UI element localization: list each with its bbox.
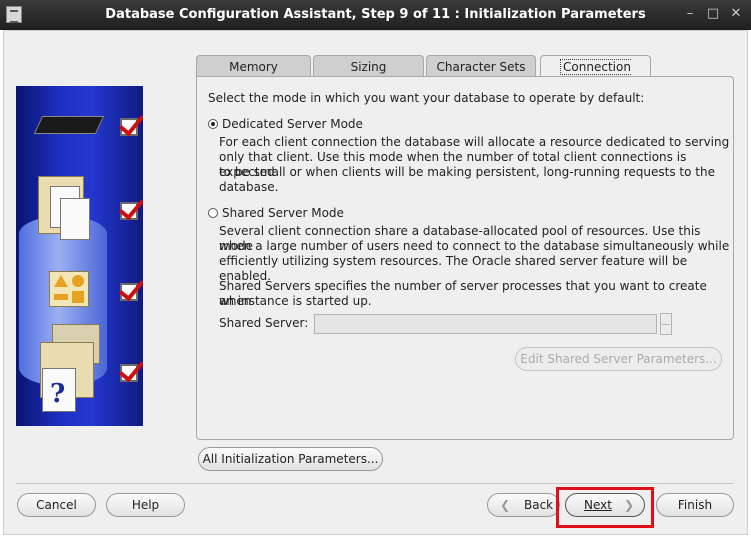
dedicated-description-line: to be small or when clients will be maki… xyxy=(219,165,715,179)
checkmark-icon xyxy=(120,202,138,220)
tab-sizing[interactable]: Sizing xyxy=(313,55,424,77)
dedicated-server-radio[interactable] xyxy=(208,119,218,129)
question-mark-icon: ? xyxy=(50,379,66,409)
document-icon xyxy=(60,198,90,240)
help-button[interactable]: Help xyxy=(106,493,185,517)
cancel-button[interactable]: Cancel xyxy=(17,493,96,517)
tab-connection-mode[interactable]: Connection Mode xyxy=(540,55,651,97)
back-button[interactable]: ❮ Back xyxy=(487,493,560,517)
finish-button[interactable]: Finish xyxy=(656,493,734,517)
tab-strip: Memory Sizing Character Sets Connection … xyxy=(196,55,656,97)
shared-server-spinner[interactable] xyxy=(660,313,672,335)
shared-server-label[interactable]: Shared Server Mode xyxy=(222,206,344,221)
shapes-icon xyxy=(49,271,89,307)
window-title: Database Configuration Assistant, Step 9… xyxy=(105,7,646,22)
memory-chip-icon xyxy=(33,116,105,134)
back-button-label: Back xyxy=(524,498,554,512)
shared-server-radio[interactable] xyxy=(208,208,218,218)
minimize-icon[interactable]: – xyxy=(682,6,698,22)
edit-shared-server-parameters-button[interactable]: Edit Shared Server Parameters... xyxy=(515,347,722,371)
tab-memory[interactable]: Memory xyxy=(196,55,311,77)
shared-servers-note-line: an instance is started up. xyxy=(219,294,372,308)
dedicated-description-line: For each client connection the database … xyxy=(219,135,730,149)
close-icon[interactable]: ✕ xyxy=(728,6,744,22)
intro-text: Select the mode in which you want your d… xyxy=(208,91,645,105)
tab-character-sets[interactable]: Character Sets xyxy=(426,55,536,77)
shared-description-line: when a large number of users need to con… xyxy=(219,239,730,253)
all-initialization-parameters-button[interactable]: All Initialization Parameters... xyxy=(198,447,383,471)
checkmark-icon xyxy=(120,283,138,301)
shared-server-count-label: Shared Server: xyxy=(219,316,309,330)
next-button-highlight xyxy=(556,487,654,528)
checkmark-icon xyxy=(120,364,138,382)
connection-mode-panel: Select the mode in which you want your d… xyxy=(196,76,734,440)
wizard-illustration: ? xyxy=(16,86,143,426)
title-bar: Database Configuration Assistant, Step 9… xyxy=(0,0,751,30)
dedicated-description-line: database. xyxy=(219,180,279,194)
checkmark-icon xyxy=(120,118,138,136)
shared-server-count-input[interactable] xyxy=(314,314,657,334)
dedicated-server-label[interactable]: Dedicated Server Mode xyxy=(222,117,363,132)
back-arrow-icon: ❮ xyxy=(500,498,511,512)
footer-divider xyxy=(16,483,734,484)
maximize-icon[interactable]: □ xyxy=(705,6,721,22)
